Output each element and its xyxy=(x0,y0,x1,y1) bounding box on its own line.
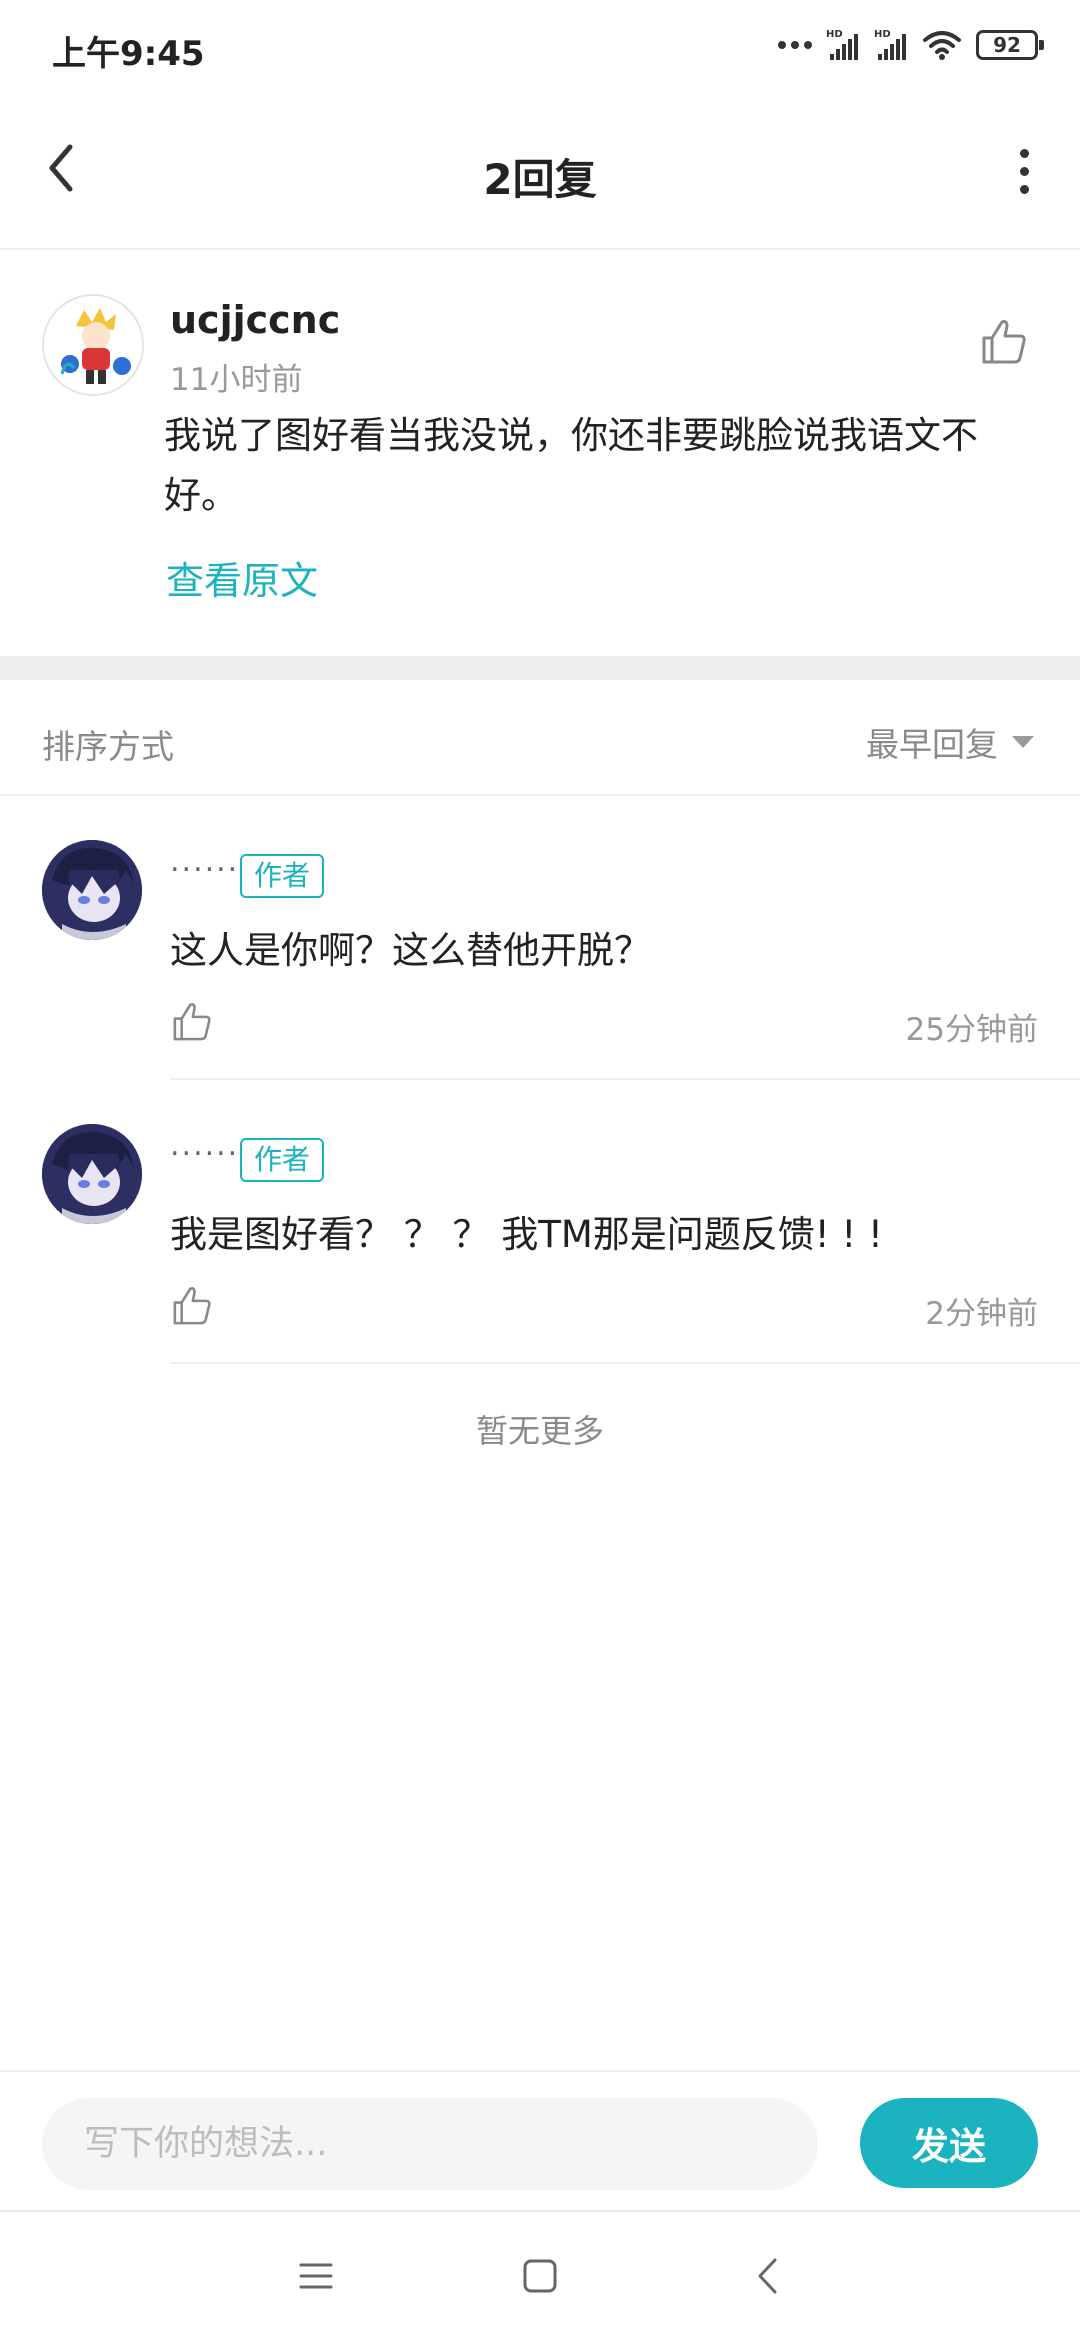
main-comment: ucjjccnc 11小时前 我说了图好看当我没说，你还非要跳脸说我语文不好。 … xyxy=(0,250,1080,656)
app-header: 2回复 xyxy=(0,96,1080,250)
comment-input-bar: 发送 xyxy=(0,2070,1080,2210)
more-options-button[interactable] xyxy=(1004,146,1044,196)
svg-text:HD: HD xyxy=(874,29,891,40)
divider xyxy=(170,1362,1080,1364)
reply-username[interactable]: ...... xyxy=(170,844,239,879)
view-original-link[interactable]: 查看原文 xyxy=(166,550,318,605)
avatar[interactable] xyxy=(42,1124,142,1224)
sort-label: 排序方式 xyxy=(42,727,174,766)
section-divider xyxy=(0,656,1080,680)
status-icons: HD HD 92 xyxy=(778,28,1044,62)
like-button[interactable] xyxy=(168,998,216,1046)
home-square-icon xyxy=(523,2259,557,2293)
battery-icon: 92 xyxy=(976,30,1044,60)
caret-down-icon xyxy=(1012,736,1034,748)
main-comment-content: 我说了图好看当我没说，你还非要跳脸说我语文不好。 xyxy=(164,414,978,517)
reply-item: ...... 作者 我是图好看？ ？ ？ 我TM那是问题反馈! ! ! 2分钟前 xyxy=(0,1080,1080,1364)
comment-input[interactable] xyxy=(42,2098,818,2190)
avatar[interactable] xyxy=(42,840,142,940)
reply-username[interactable]: ...... xyxy=(170,1128,239,1163)
reply-content: 这人是你啊？这么替他开脱？ xyxy=(170,929,651,972)
thumbs-up-icon xyxy=(173,1003,211,1041)
page-title: 2回复 xyxy=(483,155,597,204)
status-time: 上午9:45 xyxy=(52,34,205,74)
wifi-icon xyxy=(923,31,961,60)
reply-content: 我是图好看？ ？ ？ 我TM那是问题反馈! ! ! xyxy=(170,1213,883,1256)
no-more-label: 暂无更多 xyxy=(475,1412,604,1450)
home-button[interactable] xyxy=(510,2246,570,2306)
like-button[interactable] xyxy=(976,314,1032,370)
sort-selected-value: 最早回复 xyxy=(866,725,998,764)
main-username[interactable]: ucjjccnc xyxy=(170,298,340,342)
recent-apps-button[interactable] xyxy=(286,2246,346,2306)
dots-icon xyxy=(778,41,812,49)
main-comment-time: 11小时前 xyxy=(170,362,303,398)
avatar[interactable] xyxy=(42,294,144,396)
reply-time: 2分钟前 xyxy=(925,1296,1038,1332)
reply-item: ...... 作者 这人是你啊？这么替他开脱？ 25分钟前 xyxy=(0,796,1080,1080)
system-nav-bar xyxy=(0,2210,1080,2340)
back-arrow-icon xyxy=(758,2258,777,2294)
svg-text:HD: HD xyxy=(826,29,843,40)
author-badge: 作者 xyxy=(240,854,325,898)
status-bar: 上午9:45 HD HD 92 xyxy=(0,0,1080,96)
sort-bar: 排序方式 最早回复 xyxy=(0,680,1080,796)
send-button[interactable]: 发送 xyxy=(860,2098,1038,2188)
system-back-button[interactable] xyxy=(738,2246,798,2306)
reply-time: 25分钟前 xyxy=(905,1012,1038,1048)
sort-dropdown[interactable]: 最早回复 xyxy=(866,718,1034,766)
like-button[interactable] xyxy=(168,1282,216,1330)
menu-icon xyxy=(299,2263,333,2289)
more-vertical-icon xyxy=(1019,148,1029,158)
thumbs-up-icon xyxy=(982,320,1026,364)
signal-hd-icon: HD xyxy=(826,29,858,60)
author-badge: 作者 xyxy=(240,1138,325,1182)
signal-hd-icon: HD xyxy=(874,29,906,60)
thumbs-up-icon xyxy=(173,1287,211,1325)
